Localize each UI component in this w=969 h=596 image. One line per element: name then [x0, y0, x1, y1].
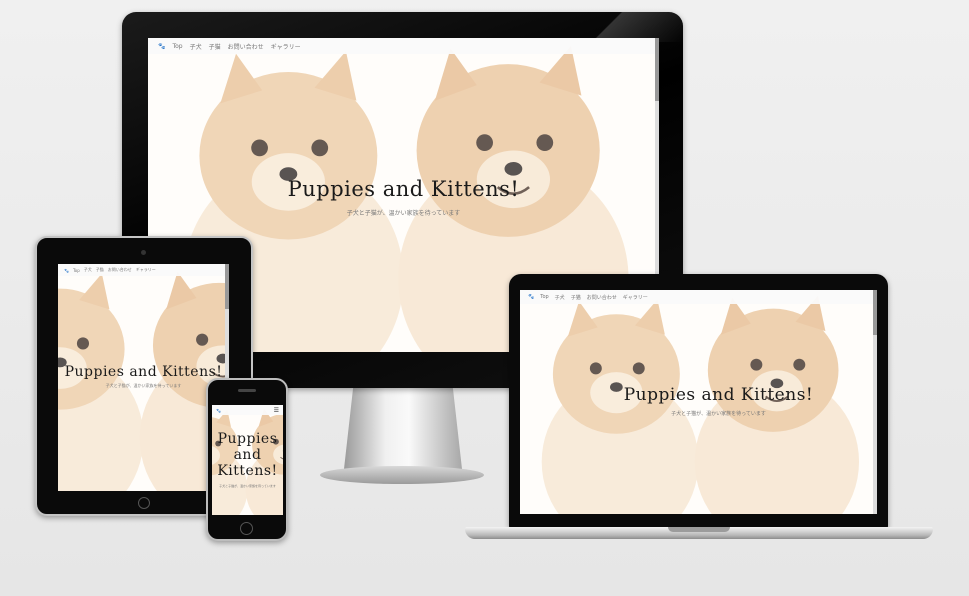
nav-item[interactable]: 子猫	[209, 42, 221, 51]
nav-item[interactable]: お問い合わせ	[587, 294, 617, 301]
tablet-camera	[141, 250, 146, 255]
hero-tagline: 子犬と子猫が、温かい家族を待っています	[671, 411, 766, 417]
nav-item[interactable]: 子犬	[190, 42, 202, 51]
site-nav: 🐾 ☰	[212, 405, 283, 415]
hero-tagline: 子犬と子猫が、温かい家族を待っています	[219, 484, 276, 488]
nav-item[interactable]: ギャラリー	[136, 267, 156, 273]
nav-item[interactable]: お問い合わせ	[108, 267, 132, 273]
tablet-screen[interactable]: 🐾 Top 子犬 子猫 お問い合わせ ギャラリー Puppies and Kit…	[58, 264, 229, 491]
hero-title-line: and	[233, 447, 262, 463]
nav-item[interactable]: Top	[73, 268, 80, 273]
nav-item[interactable]: 子猫	[571, 294, 581, 301]
laptop-screen[interactable]: 🐾 Top 子犬 子猫 お問い合わせ ギャラリー Puppies and Kit…	[520, 290, 877, 514]
paw-icon[interactable]: 🐾	[64, 268, 69, 273]
tablet-home-button[interactable]	[138, 497, 150, 509]
site-nav: 🐾 Top 子犬 子猫 お問い合わせ ギャラリー	[148, 38, 659, 54]
paw-icon[interactable]: 🐾	[216, 408, 221, 413]
monitor-stand-base	[320, 466, 484, 484]
scrollbar-thumb[interactable]	[655, 38, 659, 101]
paw-icon[interactable]: 🐾	[528, 294, 534, 300]
nav-item[interactable]: ギャラリー	[271, 42, 301, 51]
nav-item[interactable]: 子犬	[555, 294, 565, 301]
hero-title: Puppies and Kittens!	[287, 177, 520, 201]
nav-item[interactable]: 子猫	[96, 267, 104, 273]
site-nav: 🐾 Top 子犬 子猫 お問い合わせ ギャラリー	[520, 290, 877, 304]
hamburger-icon[interactable]: ☰	[274, 407, 279, 414]
nav-item[interactable]: Top	[172, 43, 182, 50]
hero-title-line: Kittens!	[217, 463, 278, 479]
phone-speaker	[238, 389, 256, 392]
hero-title-line: Puppies	[217, 431, 278, 447]
scrollbar-thumb[interactable]	[225, 264, 229, 310]
hero-title: Puppies and Kittens!	[64, 364, 223, 380]
nav-item[interactable]: 子犬	[84, 267, 92, 273]
nav-item[interactable]: お問い合わせ	[228, 42, 264, 51]
phone-home-button[interactable]	[240, 522, 253, 535]
nav-item[interactable]: Top	[540, 294, 548, 300]
hero-tagline: 子犬と子猫が、温かい家族を待っています	[346, 210, 461, 217]
scrollbar-thumb[interactable]	[873, 290, 877, 335]
site-nav: 🐾 Top 子犬 子猫 お問い合わせ ギャラリー	[58, 264, 229, 276]
laptop-notch	[668, 527, 730, 532]
nav-item[interactable]: ギャラリー	[623, 294, 648, 301]
hero-title: Puppies and Kittens!	[623, 385, 814, 405]
paw-icon[interactable]: 🐾	[158, 43, 165, 50]
scrollbar[interactable]	[873, 290, 877, 514]
hero-tagline: 子犬と子猫が、温かい家族を待っています	[105, 383, 182, 388]
monitor-stand-neck	[344, 385, 462, 469]
hero-title: Puppies and Kittens!	[212, 431, 283, 479]
phone-screen[interactable]: 🐾 ☰ Puppies and Kittens! 子犬と子猫が、温かい家族を待っ…	[212, 405, 283, 515]
